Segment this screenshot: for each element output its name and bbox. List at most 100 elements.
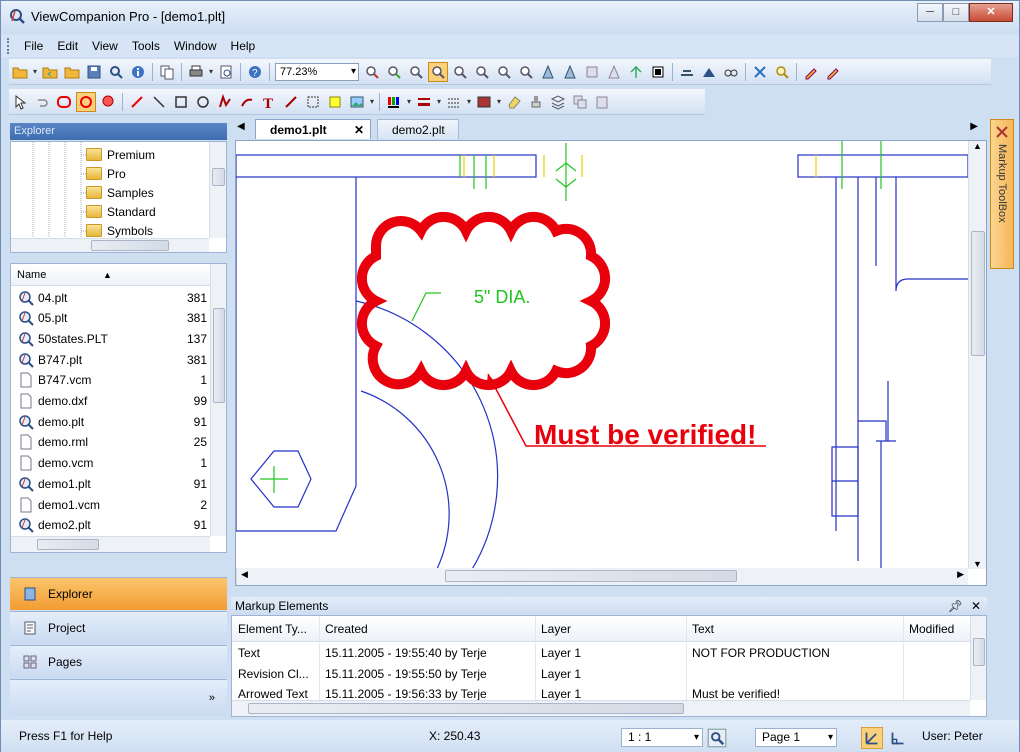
menubar-grip[interactable] <box>7 38 11 54</box>
pen-tool-icon[interactable] <box>127 92 147 112</box>
folder-tree[interactable]: Premium Pro Samples Standard Symbols <box>10 141 227 253</box>
open-folder-icon[interactable] <box>10 62 30 82</box>
region-tool-icon[interactable] <box>303 92 323 112</box>
copy-markup-icon[interactable] <box>570 92 590 112</box>
markup-hscroll-thumb[interactable] <box>248 703 684 714</box>
markup-edit-icon[interactable] <box>823 62 843 82</box>
markup-pen-icon[interactable] <box>801 62 821 82</box>
zoom-height-icon[interactable] <box>494 62 514 82</box>
tree-horizontal-scrollbar[interactable] <box>11 238 209 252</box>
arrow-note-text[interactable]: Must be verified! <box>534 419 756 450</box>
col-created[interactable]: Created <box>320 616 536 641</box>
folder-pro[interactable]: Pro <box>86 164 126 183</box>
zoom-previous-icon[interactable] <box>516 62 536 82</box>
canvas-vertical-scrollbar[interactable]: ▲ ▼ <box>968 141 986 569</box>
zoom-out-icon[interactable] <box>362 62 382 82</box>
ortho-icon[interactable] <box>887 727 909 749</box>
fill-pattern-icon[interactable] <box>474 92 494 112</box>
paste-markup-icon[interactable] <box>592 92 612 112</box>
layers-markup-icon[interactable] <box>548 92 568 112</box>
drawing-viewport[interactable]: 5" DIA. Must be verified! ▲ ▼ ◀ ▶ <box>235 140 987 586</box>
link-icon[interactable] <box>721 62 741 82</box>
arrow-text-tool-icon[interactable] <box>281 92 301 112</box>
eraser-icon[interactable] <box>504 92 524 112</box>
col-text[interactable]: Text <box>687 616 904 641</box>
revision-cloud-icon[interactable] <box>76 91 96 112</box>
col-layer[interactable]: Layer <box>536 616 687 641</box>
mirror-icon[interactable] <box>604 62 624 82</box>
markup-vscroll-thumb[interactable] <box>973 638 985 666</box>
file-list-item[interactable]: demo1.plt 91 <box>11 473 207 494</box>
info-icon[interactable] <box>128 62 148 82</box>
text-tool-icon[interactable]: T <box>259 92 279 112</box>
file-list-item[interactable]: 50states.PLT 137 <box>11 328 207 349</box>
file-list-horizontal-scrollbar[interactable] <box>11 536 210 552</box>
markup-toolbox-tab[interactable]: Markup ToolBox <box>990 119 1014 269</box>
callout-icon[interactable] <box>98 92 118 112</box>
file-list-item[interactable]: 04.plt 381 <box>11 287 207 308</box>
menu-help[interactable]: Help <box>224 35 263 57</box>
file-list-vertical-scrollbar[interactable] <box>210 264 226 536</box>
tree-hscroll-thumb[interactable] <box>91 240 169 251</box>
table-row[interactable]: Text 15.11.2005 - 19:55:40 by Terje Layer … <box>232 643 972 664</box>
zoom-width-icon[interactable] <box>472 62 492 82</box>
nav-configure-button[interactable]: » <box>10 679 227 716</box>
print-dropdown-icon[interactable]: ▾ <box>207 67 215 76</box>
markup-vertical-scrollbar[interactable] <box>970 616 986 700</box>
tree-vertical-scrollbar[interactable] <box>209 142 226 238</box>
minimize-button[interactable]: ─ <box>917 3 943 22</box>
nav-explorer-button[interactable]: Explorer <box>10 577 227 610</box>
markup-horizontal-scrollbar[interactable] <box>232 700 970 716</box>
folder-standard[interactable]: Standard <box>86 202 156 221</box>
pin-icon[interactable]: 📌︎ <box>948 597 963 615</box>
flip-icon[interactable] <box>582 62 602 82</box>
zoom-realtime-icon[interactable] <box>428 61 448 82</box>
canvas-hscroll-thumb[interactable] <box>445 570 737 582</box>
fill-dropdown-icon[interactable]: ▾ <box>495 97 503 106</box>
page-select[interactable]: Page 1 <box>755 728 837 747</box>
mirror-vertical-icon[interactable] <box>626 62 646 82</box>
color-dropdown-icon[interactable]: ▾ <box>405 97 413 106</box>
file-list-item[interactable]: demo.dxf 99 <box>11 391 207 412</box>
line-style-icon[interactable] <box>444 92 464 112</box>
image-dropdown-icon[interactable]: ▾ <box>368 97 376 106</box>
file-list-hscroll-thumb[interactable] <box>37 539 99 550</box>
file-list-scroll-thumb[interactable] <box>213 308 225 403</box>
line-width-icon[interactable] <box>414 92 434 112</box>
folder-premium[interactable]: Premium <box>86 145 155 164</box>
file-list-item[interactable]: 05.plt 381 <box>11 308 207 329</box>
scroll-left-icon[interactable]: ◀ <box>241 569 248 580</box>
select-pointer-icon[interactable] <box>10 92 30 112</box>
tab-scroll-right-icon[interactable]: ▶ <box>970 121 978 132</box>
menu-file[interactable]: File <box>17 35 50 57</box>
zoom-level-select[interactable]: 77.23% <box>275 62 359 81</box>
search-icon[interactable] <box>772 62 792 82</box>
tab-close-icon[interactable]: ✕ <box>354 120 364 140</box>
file-list-item[interactable]: demo.vcm 1 <box>11 453 207 474</box>
menu-window[interactable]: Window <box>167 35 224 57</box>
close-button[interactable]: ✕ <box>969 3 1013 22</box>
undo-icon[interactable] <box>32 92 52 112</box>
splitter-grip[interactable] <box>10 567 227 577</box>
canvas-horizontal-scrollbar[interactable]: ◀ ▶ <box>236 568 968 585</box>
name-column-header[interactable]: Name ▲ <box>11 264 211 286</box>
save-icon[interactable] <box>84 62 104 82</box>
open-dropdown-icon[interactable]: ▾ <box>31 67 39 76</box>
line-width-dropdown-icon[interactable]: ▾ <box>435 97 443 106</box>
tab-demo1[interactable]: demo1.plt ✕ <box>255 119 371 139</box>
forward-folder-icon[interactable] <box>62 62 82 82</box>
scale-select[interactable]: 1 : 1 <box>621 728 703 747</box>
tab-demo2[interactable]: demo2.plt <box>377 119 459 139</box>
highlight-tool-icon[interactable] <box>325 92 345 112</box>
file-list[interactable]: Name ▲ 04.plt 381 05.plt 381 50states.PLT 137 B… <box>10 263 227 553</box>
line-style-dropdown-icon[interactable]: ▾ <box>465 97 473 106</box>
nav-project-button[interactable]: Project <box>10 611 227 644</box>
tools-icon[interactable] <box>750 62 770 82</box>
line-tool-icon[interactable] <box>149 92 169 112</box>
polyline-tool-icon[interactable] <box>215 92 235 112</box>
menu-tools[interactable]: Tools <box>125 35 167 57</box>
nav-pages-button[interactable]: Pages <box>10 645 227 678</box>
folder-samples[interactable]: Samples <box>86 183 154 202</box>
tab-scroll-left-icon[interactable]: ◀ <box>237 121 245 132</box>
stamp-icon[interactable] <box>526 92 546 112</box>
